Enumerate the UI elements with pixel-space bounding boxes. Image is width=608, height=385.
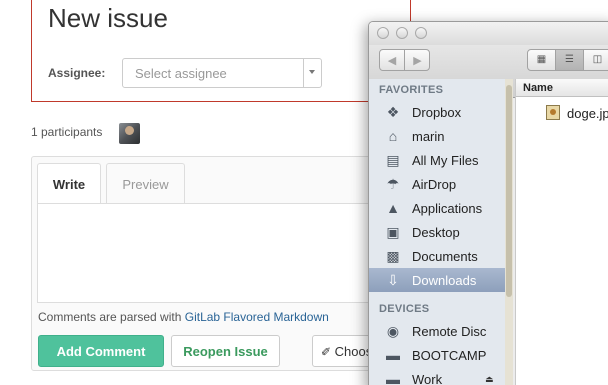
view-mode-buttons: ▦ ☰ ◫ (527, 49, 608, 71)
sidebar-item-all-my-files[interactable]: ▤ All My Files (369, 148, 505, 172)
assignee-placeholder: Select assignee (135, 66, 227, 81)
reopen-issue-button[interactable]: Reopen Issue (171, 335, 280, 367)
markdown-help-link[interactable]: GitLab Flavored Markdown (185, 310, 329, 324)
chevron-down-icon (309, 70, 315, 74)
drive-icon: ▬ (386, 371, 400, 385)
favorites-header: FAVORITES (379, 84, 444, 96)
dropbox-icon: ❖ (386, 104, 400, 120)
sidebar-item-dropbox[interactable]: ❖ Dropbox (369, 100, 505, 124)
forward-arrow-icon[interactable]: ▶ (405, 50, 430, 70)
sidebar-item-label: Desktop (412, 225, 460, 240)
sidebar-item-label: BOOTCAMP (412, 348, 487, 363)
window-titlebar[interactable] (369, 22, 608, 45)
airdrop-icon: ☂ (386, 176, 400, 192)
downloads-icon: ⇩ (387, 272, 399, 288)
sidebar-item-label: Applications (412, 201, 483, 216)
zoom-window-button[interactable] (415, 27, 427, 39)
navigation-buttons: ◀ ▶ (379, 49, 430, 71)
assignee-label: Assignee: (48, 66, 106, 80)
assignee-dropdown-toggle[interactable] (303, 59, 321, 87)
participants-count: 1 participants (31, 125, 103, 139)
sidebar-item-label: All My Files (412, 153, 479, 168)
comment-panel: Write Preview Comments are parsed with G… (31, 156, 412, 371)
sidebar-item-label: Dropbox (412, 105, 462, 120)
minimize-window-button[interactable] (396, 27, 408, 39)
column-header-name[interactable]: Name (516, 79, 608, 97)
avatar[interactable] (119, 123, 140, 144)
eject-icon[interactable]: ⏏ (485, 374, 494, 385)
file-list: Name doge.jpg (515, 79, 608, 385)
add-comment-button[interactable]: Add Comment (38, 335, 164, 367)
disc-icon: ◉ (386, 323, 400, 339)
finder-sidebar: FAVORITES ❖ Dropbox ⌂ marin ▤ All My Fil… (369, 79, 511, 385)
choose-file-label: Choos (334, 344, 373, 359)
all-files-icon: ▤ (386, 152, 400, 168)
sidebar-item-label: marin (412, 129, 445, 144)
sidebar-item-work[interactable]: ▬ Work ⏏ (369, 367, 505, 385)
paperclip-icon: ✐ (321, 345, 332, 359)
tab-write[interactable]: Write (37, 163, 101, 205)
sidebar-item-downloads[interactable]: ⇩ Downloads (369, 268, 505, 292)
file-name: doge.jpg (567, 106, 608, 121)
icon-view-icon[interactable]: ▦ (528, 50, 556, 70)
list-item[interactable]: doge.jpg (516, 104, 608, 122)
assignee-select[interactable]: Select assignee (122, 58, 322, 88)
page-title: New issue (48, 3, 168, 33)
drive-icon: ▬ (386, 347, 400, 363)
close-window-button[interactable] (377, 27, 389, 39)
sidebar-item-label: Documents (412, 249, 478, 264)
sidebar-item-marin[interactable]: ⌂ marin (369, 124, 505, 148)
comment-textarea[interactable] (37, 203, 412, 303)
markdown-note-text: Comments are parsed with (38, 310, 185, 324)
documents-icon: ▩ (386, 248, 400, 264)
image-file-icon (546, 105, 560, 120)
applications-icon: ▲ (386, 200, 400, 216)
sidebar-item-applications[interactable]: ▲ Applications (369, 196, 505, 220)
file-picker-window: ◀ ▶ ▦ ☰ ◫ FAVORITES ❖ Dropbox ⌂ marin ▤ … (368, 21, 608, 385)
desktop-icon: ▣ (386, 224, 400, 240)
list-view-icon[interactable]: ☰ (556, 50, 584, 70)
back-arrow-icon[interactable]: ◀ (380, 50, 405, 70)
sidebar-item-airdrop[interactable]: ☂ AirDrop (369, 172, 505, 196)
sidebar-item-label: AirDrop (412, 177, 457, 192)
sidebar-item-documents[interactable]: ▩ Documents (369, 244, 505, 268)
home-icon: ⌂ (388, 128, 398, 144)
sidebar-item-label: Downloads (412, 273, 477, 288)
sidebar-item-bootcamp[interactable]: ▬ BOOTCAMP (369, 343, 505, 367)
issue-form-box: New issue Assignee: Select assignee (31, 0, 411, 102)
column-view-icon[interactable]: ◫ (584, 50, 608, 70)
sidebar-scroll-thumb[interactable] (506, 85, 512, 297)
devices-header: DEVICES (379, 303, 430, 315)
markdown-note: Comments are parsed with GitLab Flavored… (38, 310, 329, 324)
sidebar-item-label: Work (412, 372, 443, 385)
sidebar-item-label: Remote Disc (412, 324, 487, 339)
column-header-label: Name (523, 82, 553, 94)
tab-preview[interactable]: Preview (106, 163, 185, 203)
sidebar-item-desktop[interactable]: ▣ Desktop (369, 220, 505, 244)
sidebar-item-remote-disc[interactable]: ◉ Remote Disc (369, 319, 505, 343)
